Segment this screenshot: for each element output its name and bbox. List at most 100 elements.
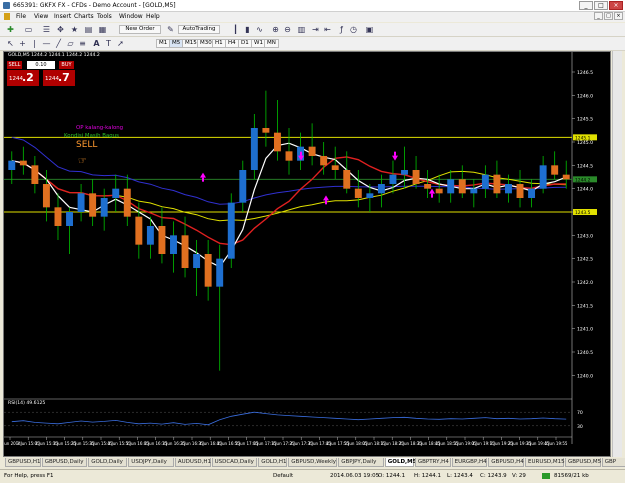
candle-body (239, 170, 247, 203)
text-tool-icon[interactable]: A (92, 39, 101, 48)
chart-tab[interactable]: GBPUSD,Daily (41, 458, 88, 467)
candle-body (458, 179, 466, 194)
menu-file[interactable]: File (16, 13, 26, 21)
chart-tab[interactable]: GOLD,Daily (88, 458, 128, 467)
channel-icon[interactable]: ▱ (66, 39, 75, 48)
standard-toolbar: ✚ ▭ ☰ ✥ ★ ▤ ▦ New Order ✎ AutoTrading ┃ … (0, 23, 625, 37)
bar-chart-icon[interactable]: ┃ (231, 25, 240, 34)
market-watch-icon[interactable]: ☰ (42, 25, 51, 34)
ask-price-box[interactable]: 1244 .7 (43, 70, 75, 86)
sell-button[interactable]: SELL (7, 61, 22, 69)
drawing-toolbar: ↖ + | — ╱ ▱ ≡ A T ➚ M1 M5 M15 M30 H1 H4 … (0, 37, 625, 51)
zoom-in-icon[interactable]: ⊕ (271, 25, 280, 34)
new-order-button[interactable]: New Order (119, 25, 161, 34)
periods-icon[interactable]: ◷ (349, 25, 358, 34)
menu-window[interactable]: Window (119, 13, 143, 21)
candle-body (516, 184, 524, 198)
annotation-kondisi: Kondisi Masih Bagus (64, 133, 119, 139)
chart-tab[interactable]: GBPTRY,H4 (414, 458, 451, 467)
chart-tab[interactable]: GBPUSD,H4 (488, 458, 524, 467)
data-window-icon[interactable]: ✥ (56, 25, 65, 34)
chart-tab[interactable]: GOLD,M5 (384, 458, 416, 467)
buy-button[interactable]: BUY (59, 61, 74, 69)
vertical-line-icon[interactable]: | (30, 39, 39, 48)
window-controls: _ □ × (579, 1, 623, 10)
chart-window[interactable]: 1246.5 1246.0 1245.5 1245.0 1244.5 1244.0 1243… (3, 51, 611, 457)
menu-insert[interactable]: Insert (54, 13, 71, 21)
tf-h4[interactable]: H4 (225, 39, 239, 48)
bid-price-box[interactable]: 1244 .2 (7, 70, 39, 86)
trendline-icon[interactable]: ╱ (54, 39, 63, 48)
title-bar: 665391: GKFX FX - CFDs - Demo Account - … (0, 0, 625, 12)
candle-body (377, 184, 385, 194)
metaeditor-icon[interactable]: ✎ (166, 25, 175, 34)
candle-body (158, 226, 166, 254)
status-volume: V: 29 (512, 473, 526, 479)
maximize-button[interactable]: □ (594, 1, 608, 10)
candle-body (193, 254, 201, 268)
bid-price-big: .2 (22, 71, 34, 84)
chart-tab[interactable]: GBP (601, 458, 625, 467)
menu-charts[interactable]: Charts (74, 13, 94, 21)
templates-icon[interactable]: ▣ (365, 25, 374, 34)
indicators-icon[interactable]: ƒ (337, 25, 346, 34)
signal-arrow-stem (394, 151, 396, 156)
strategy-tester-icon[interactable]: ▦ (98, 25, 107, 34)
autoscroll-icon[interactable]: ⇥ (311, 25, 320, 34)
tf-mn[interactable]: MN (264, 39, 279, 48)
crosshair-icon[interactable]: + (18, 39, 27, 48)
close-button[interactable]: × (609, 1, 623, 10)
lot-size-input[interactable]: 0.10 (27, 61, 55, 69)
mdi-minimize-button[interactable]: _ (594, 12, 603, 20)
fibonacci-icon[interactable]: ≡ (78, 39, 87, 48)
label-tool-icon[interactable]: T (104, 39, 113, 48)
candle-body (412, 170, 420, 184)
candle-body (42, 184, 50, 208)
chart-tab[interactable]: EURGBP,H4 (451, 458, 488, 467)
chart-tab[interactable]: USDCAD,Daily (211, 458, 258, 467)
status-open: O: 1244.1 (378, 473, 406, 479)
chart-tab[interactable]: GBPUSD,M5 (565, 458, 601, 467)
status-profile: Default (273, 473, 294, 479)
chart-tab[interactable]: EURUSD,M15 (525, 458, 565, 467)
terminal-icon[interactable]: ▤ (84, 25, 93, 34)
profiles-icon[interactable]: ▭ (24, 25, 33, 34)
chart-shift-icon[interactable]: ⇤ (323, 25, 332, 34)
tf-h1[interactable]: H1 (212, 39, 226, 48)
candle-body (493, 174, 501, 194)
connection-icon (542, 473, 550, 479)
candle-body (181, 235, 189, 268)
chart-tab[interactable]: USDJPY,Daily (128, 458, 174, 467)
auto-trading-button[interactable]: AutoTrading (178, 25, 220, 34)
price-tick-label: 1245.5 (577, 117, 593, 123)
chart-background (4, 52, 610, 456)
menu-view[interactable]: View (34, 13, 48, 21)
chart-tab[interactable]: GBPJPY,Daily (338, 458, 384, 467)
chart-tab[interactable]: GBPUSD,H1 (5, 458, 41, 467)
chart-tab[interactable]: AUDUSD,H1 (174, 458, 211, 467)
candle-body (389, 174, 397, 184)
cursor-icon[interactable]: ↖ (6, 39, 15, 48)
chart-header: GOLD,M5 1244.2 1244.1 1244.2 1244.2 (8, 52, 100, 58)
new-chart-icon[interactable]: ✚ (6, 25, 15, 34)
navigator-icon[interactable]: ★ (70, 25, 79, 34)
horizontal-line-icon[interactable]: — (42, 39, 51, 48)
chart-tab[interactable]: GBPUSD,Weekly (288, 458, 338, 467)
tf-d1[interactable]: D1 (238, 39, 252, 48)
minimize-button[interactable]: _ (579, 1, 593, 10)
zoom-out-icon[interactable]: ⊖ (283, 25, 292, 34)
mdi-restore-button[interactable]: □ (604, 12, 613, 20)
price-tick-label: 1244.0 (577, 187, 593, 193)
candle-body (285, 151, 293, 161)
arrow-tool-icon[interactable]: ➚ (116, 39, 125, 48)
candlestick-chart-icon[interactable]: ▮ (243, 25, 252, 34)
price-chart[interactable]: 1246.51246.01245.51245.01244.51244.01243… (4, 52, 610, 456)
status-datetime: 2014.06.03 19:05 (330, 473, 380, 479)
mdi-close-button[interactable]: × (614, 12, 623, 20)
vertical-scrollbar[interactable] (612, 51, 622, 457)
menu-help[interactable]: Help (146, 13, 160, 21)
line-chart-icon[interactable]: ∿ (255, 25, 264, 34)
tile-windows-icon[interactable]: ▥ (297, 25, 306, 34)
chart-tab[interactable]: GOLD,H1 (258, 458, 288, 467)
menu-tools[interactable]: Tools (97, 13, 112, 21)
